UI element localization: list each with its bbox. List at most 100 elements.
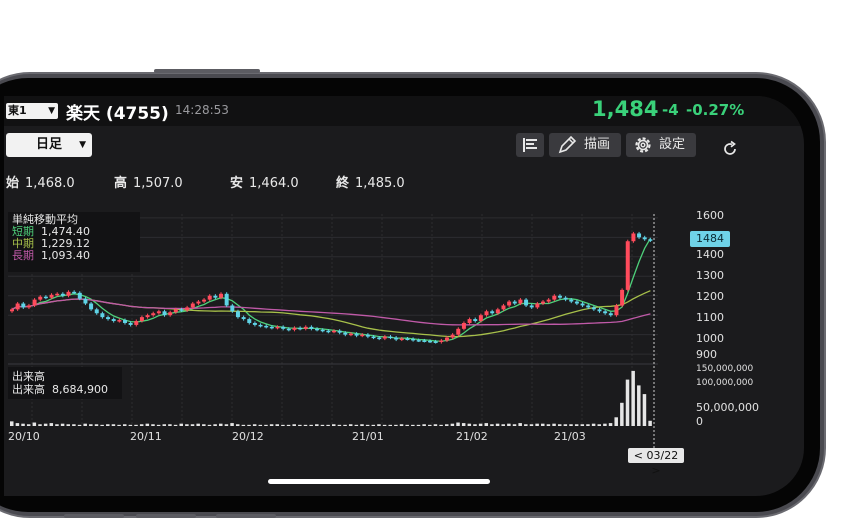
candle-body [484, 311, 489, 316]
volume-bar [399, 424, 404, 426]
candle-body [72, 291, 77, 294]
volume-bar [207, 424, 212, 426]
candle-body [467, 319, 472, 323]
volume-bar [162, 424, 167, 426]
candle-body [473, 319, 478, 322]
candle-body [94, 309, 99, 314]
volume-bar [614, 417, 618, 426]
candle-body [490, 311, 495, 314]
candle-body [597, 309, 602, 312]
candle-body [224, 293, 229, 306]
volume-legend-row: 出来高 8,684,900 [8, 383, 122, 396]
volume-bar [55, 424, 59, 426]
phone-side-button [136, 514, 196, 518]
candle-body [207, 295, 212, 300]
last-price-tag: 1484 [690, 231, 730, 247]
candle-body [269, 326, 274, 329]
candle-body [21, 303, 26, 308]
volume-bar [360, 424, 364, 426]
volume-bar [597, 424, 602, 426]
candle-body [377, 337, 382, 340]
candle-body [648, 239, 653, 241]
volume-bar [26, 424, 31, 426]
volume-bar [563, 424, 568, 426]
candle-body [535, 303, 540, 308]
x-tick-label: 20/10 [8, 430, 40, 443]
volume-bar [264, 424, 268, 426]
volume-tick-label: 0 [696, 415, 703, 428]
volume-bar [648, 420, 652, 426]
candle-body [303, 326, 308, 329]
volume-bar [529, 424, 534, 426]
volume-bar [428, 424, 432, 426]
volume-bar [501, 424, 505, 426]
volume-bar [72, 424, 76, 426]
volume-bar [444, 424, 449, 426]
volume-bar [535, 423, 539, 426]
volume-bar [631, 370, 635, 426]
volume-bar [354, 424, 359, 426]
candle-body [15, 303, 20, 310]
candle-body [230, 305, 235, 312]
price-tick-label: 1600 [696, 209, 724, 222]
candle-body [461, 322, 466, 329]
volume-bar [478, 423, 483, 426]
volume-bar [168, 424, 172, 426]
volume-bar [247, 424, 251, 426]
price-chart[interactable] [4, 96, 804, 496]
volume-value: 8,684,900 [52, 383, 108, 396]
candle-body [518, 299, 523, 304]
x-tick-label: 21/02 [456, 430, 488, 443]
candle-body [179, 309, 184, 311]
volume-bar [89, 424, 93, 426]
volume-bar [128, 424, 133, 426]
volume-bar [642, 394, 647, 426]
volume-bar [394, 424, 398, 426]
volume-bar [94, 424, 99, 426]
candle-body [371, 336, 376, 339]
candle-body [122, 320, 127, 323]
volume-bar [32, 422, 37, 426]
volume-legend-title: 出来高 [12, 370, 45, 383]
volume-bar [224, 424, 229, 426]
candle-body [252, 322, 257, 325]
volume-bar [275, 424, 280, 426]
volume-bar [286, 424, 291, 426]
candle-body [106, 317, 111, 320]
volume-bar [518, 423, 522, 426]
volume-bar [315, 424, 319, 426]
volume-bar [49, 423, 54, 426]
candle-body [32, 299, 37, 306]
volume-label: 出来高 [12, 383, 45, 396]
candle-body [298, 327, 303, 330]
volume-bar [77, 424, 82, 426]
phone-side-button [154, 69, 260, 73]
candle-body [315, 328, 320, 331]
candle-body [501, 305, 506, 310]
volume-bar [196, 423, 200, 426]
price-tick-label: 1300 [696, 269, 724, 282]
volume-bar [43, 423, 48, 426]
candle-body [546, 299, 551, 302]
candle-body [286, 328, 291, 331]
candle-body [55, 293, 60, 296]
volume-bar [552, 423, 556, 426]
volume-bar [484, 423, 489, 426]
candle-body [117, 320, 122, 322]
candle-body [456, 328, 461, 335]
candle-body [213, 295, 218, 298]
candle-body [631, 233, 636, 242]
candle-body [139, 317, 144, 322]
volume-bar [557, 424, 562, 426]
crosshair-date-tag[interactable]: < 03/22 > [628, 448, 684, 477]
volume-bar [241, 424, 246, 426]
candle-body [196, 301, 201, 304]
x-tick-label: 20/12 [232, 430, 264, 443]
candle-body [156, 311, 161, 314]
volume-bar [411, 424, 415, 426]
candle-body [399, 338, 404, 341]
phone-side-button [64, 514, 124, 518]
candle-body [258, 324, 263, 327]
volume-bar [106, 424, 110, 426]
volume-bar [151, 424, 155, 426]
